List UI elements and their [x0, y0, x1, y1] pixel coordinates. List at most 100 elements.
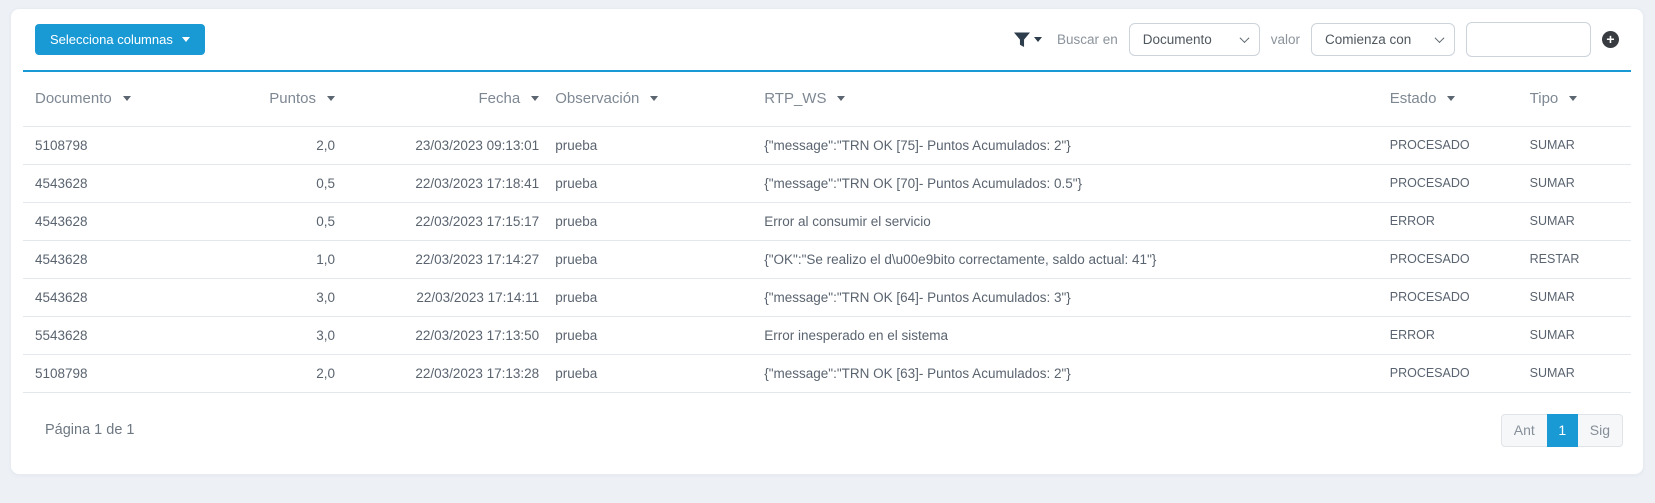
cell-documento: 4543628: [23, 278, 253, 316]
cell-puntos: 0,5: [253, 164, 343, 202]
search-field-select[interactable]: Documento: [1129, 23, 1260, 56]
data-table: Documento Puntos Fecha Observación RTP_W…: [23, 72, 1631, 393]
chevron-down-icon: [1239, 33, 1249, 43]
cell-fecha: 22/03/2023 17:13:50: [343, 316, 547, 354]
column-label: RTP_WS: [764, 90, 826, 107]
filter-value-input[interactable]: [1466, 22, 1591, 57]
cell-observacion: prueba: [547, 278, 756, 316]
filter-bar: Buscar en Documento valor Comienza con +: [1014, 22, 1619, 57]
caret-down-icon: [531, 96, 539, 101]
page-background: Selecciona columnas Buscar en Documento …: [0, 8, 1655, 503]
cell-puntos: 3,0: [253, 316, 343, 354]
operator-value: Comienza con: [1325, 32, 1411, 47]
cell-fecha: 22/03/2023 17:14:27: [343, 240, 547, 278]
table-row: 4543628 0,5 22/03/2023 17:15:17 prueba E…: [23, 202, 1631, 240]
column-header-estado[interactable]: Estado: [1382, 72, 1522, 126]
cell-fecha: 23/03/2023 09:13:01: [343, 126, 547, 164]
cell-fecha: 22/03/2023 17:14:11: [343, 278, 547, 316]
cell-documento: 5108798: [23, 126, 253, 164]
cell-estado: PROCESADO: [1382, 278, 1522, 316]
table-row: 4543628 1,0 22/03/2023 17:14:27 prueba {…: [23, 240, 1631, 278]
table-row: 4543628 3,0 22/03/2023 17:14:11 prueba {…: [23, 278, 1631, 316]
cell-observacion: prueba: [547, 354, 756, 392]
column-header-tipo[interactable]: Tipo: [1522, 72, 1631, 126]
cell-tipo: SUMAR: [1522, 202, 1631, 240]
cell-rtp-ws: {"message":"TRN OK [64]- Puntos Acumulad…: [756, 278, 1382, 316]
cell-fecha: 22/03/2023 17:18:41: [343, 164, 547, 202]
column-header-rtp-ws[interactable]: RTP_WS: [756, 72, 1382, 126]
cell-rtp-ws: {"OK":"Se realizo el d\u00e9bito correct…: [756, 240, 1382, 278]
column-label: Documento: [35, 90, 112, 107]
table-row: 5543628 3,0 22/03/2023 17:13:50 prueba E…: [23, 316, 1631, 354]
caret-down-icon: [837, 96, 845, 101]
column-label: Puntos: [269, 90, 316, 107]
caret-down-icon: [182, 37, 190, 42]
pagination: Ant 1 Sig: [1501, 414, 1623, 447]
pagination-page-button[interactable]: 1: [1547, 414, 1578, 447]
table-body: 5108798 2,0 23/03/2023 09:13:01 prueba {…: [23, 126, 1631, 392]
pagination-next-button[interactable]: Sig: [1577, 414, 1623, 447]
table-row: 5108798 2,0 22/03/2023 17:13:28 prueba {…: [23, 354, 1631, 392]
cell-rtp-ws: {"message":"TRN OK [75]- Puntos Acumulad…: [756, 126, 1382, 164]
column-label: Tipo: [1530, 90, 1559, 107]
cell-tipo: RESTAR: [1522, 240, 1631, 278]
select-columns-button[interactable]: Selecciona columnas: [35, 24, 205, 55]
table-row: 4543628 0,5 22/03/2023 17:18:41 prueba {…: [23, 164, 1631, 202]
cell-tipo: SUMAR: [1522, 354, 1631, 392]
table-header-row: Documento Puntos Fecha Observación RTP_W…: [23, 72, 1631, 126]
search-field-value: Documento: [1143, 32, 1212, 47]
toolbar: Selecciona columnas Buscar en Documento …: [23, 9, 1631, 72]
cell-rtp-ws: {"message":"TRN OK [63]- Puntos Acumulad…: [756, 354, 1382, 392]
cell-fecha: 22/03/2023 17:15:17: [343, 202, 547, 240]
cell-puntos: 2,0: [253, 126, 343, 164]
filter-icon: [1014, 32, 1030, 48]
page-info: Página 1 de 1: [45, 422, 135, 438]
cell-puntos: 2,0: [253, 354, 343, 392]
cell-estado: PROCESADO: [1382, 126, 1522, 164]
cell-tipo: SUMAR: [1522, 126, 1631, 164]
cell-fecha: 22/03/2023 17:13:28: [343, 354, 547, 392]
cell-documento: 4543628: [23, 240, 253, 278]
add-filter-button[interactable]: +: [1602, 31, 1619, 48]
pagination-prev-button[interactable]: Ant: [1501, 414, 1548, 447]
data-grid-card: Selecciona columnas Buscar en Documento …: [10, 8, 1644, 475]
search-in-label: Buscar en: [1057, 32, 1118, 47]
value-label: valor: [1271, 32, 1300, 47]
caret-down-icon: [650, 96, 658, 101]
cell-estado: ERROR: [1382, 202, 1522, 240]
caret-down-icon: [1569, 96, 1577, 101]
cell-rtp-ws: Error inesperado en el sistema: [756, 316, 1382, 354]
cell-observacion: prueba: [547, 164, 756, 202]
operator-select[interactable]: Comienza con: [1311, 23, 1455, 56]
cell-estado: PROCESADO: [1382, 164, 1522, 202]
column-label: Observación: [555, 90, 639, 107]
cell-tipo: SUMAR: [1522, 316, 1631, 354]
table-row: 5108798 2,0 23/03/2023 09:13:01 prueba {…: [23, 126, 1631, 164]
cell-observacion: prueba: [547, 126, 756, 164]
cell-documento: 4543628: [23, 164, 253, 202]
cell-observacion: prueba: [547, 316, 756, 354]
cell-puntos: 3,0: [253, 278, 343, 316]
cell-estado: PROCESADO: [1382, 240, 1522, 278]
cell-rtp-ws: Error al consumir el servicio: [756, 202, 1382, 240]
column-header-observacion[interactable]: Observación: [547, 72, 756, 126]
column-label: Fecha: [478, 90, 520, 107]
caret-down-icon: [1034, 37, 1042, 42]
cell-tipo: SUMAR: [1522, 278, 1631, 316]
cell-puntos: 0,5: [253, 202, 343, 240]
cell-estado: ERROR: [1382, 316, 1522, 354]
cell-rtp-ws: {"message":"TRN OK [70]- Puntos Acumulad…: [756, 164, 1382, 202]
table-footer: Página 1 de 1 Ant 1 Sig: [11, 393, 1643, 475]
cell-observacion: prueba: [547, 202, 756, 240]
column-header-documento[interactable]: Documento: [23, 72, 253, 126]
caret-down-icon: [1447, 96, 1455, 101]
plus-icon: +: [1602, 31, 1619, 47]
cell-estado: PROCESADO: [1382, 354, 1522, 392]
column-header-puntos[interactable]: Puntos: [253, 72, 343, 126]
filter-menu-button[interactable]: [1014, 32, 1042, 48]
cell-documento: 5108798: [23, 354, 253, 392]
chevron-down-icon: [1435, 33, 1445, 43]
cell-documento: 4543628: [23, 202, 253, 240]
column-header-fecha[interactable]: Fecha: [343, 72, 547, 126]
select-columns-label: Selecciona columnas: [50, 32, 173, 47]
